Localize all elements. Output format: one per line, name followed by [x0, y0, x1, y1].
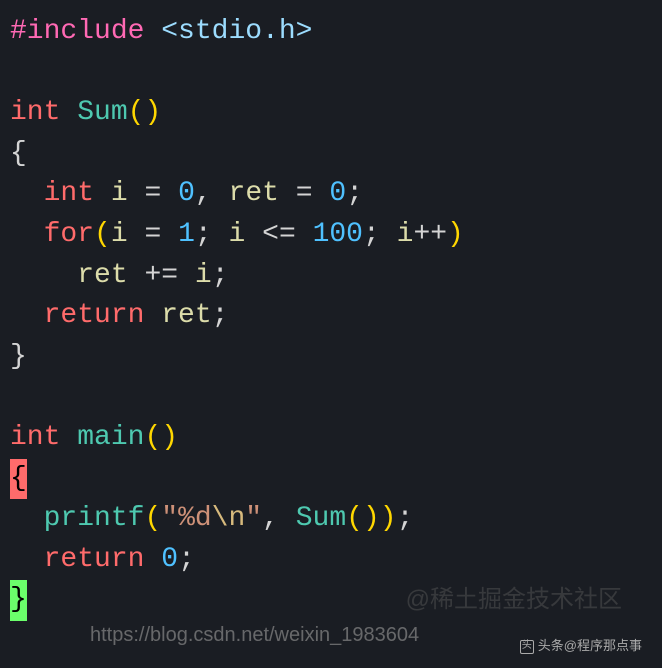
variable: i: [111, 178, 128, 209]
function-call: Sum: [296, 503, 346, 534]
for-keyword: for: [44, 219, 94, 250]
semicolon: ;: [212, 260, 229, 291]
semicolon: ;: [363, 219, 380, 250]
function-name: Sum: [77, 97, 127, 128]
watermark-text: @稀土掘金技术社区: [406, 583, 622, 618]
paren-open: (: [144, 422, 161, 453]
string-quote: ": [161, 503, 178, 534]
format-specifier: %d: [178, 503, 212, 534]
semicolon: ;: [397, 503, 414, 534]
variable: i: [397, 219, 414, 250]
variable: ret: [229, 178, 279, 209]
watermark-url: https://blog.csdn.net/weixin_1983604: [90, 621, 419, 650]
preprocessor-directive: #include: [10, 16, 144, 47]
footer-attribution: 头 头条@程序那点事: [520, 637, 642, 656]
variable: i: [229, 219, 246, 250]
return-keyword: return: [44, 544, 145, 575]
escape-sequence: \n: [212, 503, 246, 534]
paren-close: ): [447, 219, 464, 250]
operator: =: [144, 178, 161, 209]
operator: ++: [413, 219, 447, 250]
variable: ret: [77, 260, 127, 291]
semicolon: ;: [212, 300, 229, 331]
comma: ,: [262, 503, 279, 534]
number-literal: 1: [178, 219, 195, 250]
function-name: main: [77, 422, 144, 453]
brace-open-highlighted: {: [10, 459, 27, 500]
paren-close: ): [363, 503, 380, 534]
operator: =: [144, 219, 161, 250]
type-keyword: int: [10, 97, 60, 128]
type-keyword: int: [10, 422, 60, 453]
function-call: printf: [44, 503, 145, 534]
paren-open: (: [94, 219, 111, 250]
operator: +=: [144, 260, 178, 291]
semicolon: ;: [178, 544, 195, 575]
brace-close: }: [10, 341, 27, 372]
include-path: <stdio.h>: [161, 16, 312, 47]
number-literal: 0: [161, 544, 178, 575]
semicolon: ;: [195, 219, 212, 250]
number-literal: 100: [313, 219, 363, 250]
string-quote: ": [245, 503, 262, 534]
number-literal: 0: [329, 178, 346, 209]
brace-close-highlighted: }: [10, 580, 27, 621]
paren-close: ): [144, 97, 161, 128]
return-keyword: return: [44, 300, 145, 331]
variable: i: [195, 260, 212, 291]
code-block: #include <stdio.h> int Sum() { int i = 0…: [10, 12, 652, 621]
paren-close: ): [161, 422, 178, 453]
variable: i: [111, 219, 128, 250]
operator: <=: [262, 219, 296, 250]
paren-open: (: [128, 97, 145, 128]
operator: =: [296, 178, 313, 209]
footer-icon: 头: [520, 640, 534, 654]
comma: ,: [195, 178, 212, 209]
variable: ret: [161, 300, 211, 331]
type-keyword: int: [44, 178, 94, 209]
paren-open: (: [346, 503, 363, 534]
paren-open: (: [144, 503, 161, 534]
semicolon: ;: [346, 178, 363, 209]
brace-open: {: [10, 138, 27, 169]
paren-close: ): [380, 503, 397, 534]
number-literal: 0: [178, 178, 195, 209]
footer-text: 头条@程序那点事: [538, 637, 642, 656]
